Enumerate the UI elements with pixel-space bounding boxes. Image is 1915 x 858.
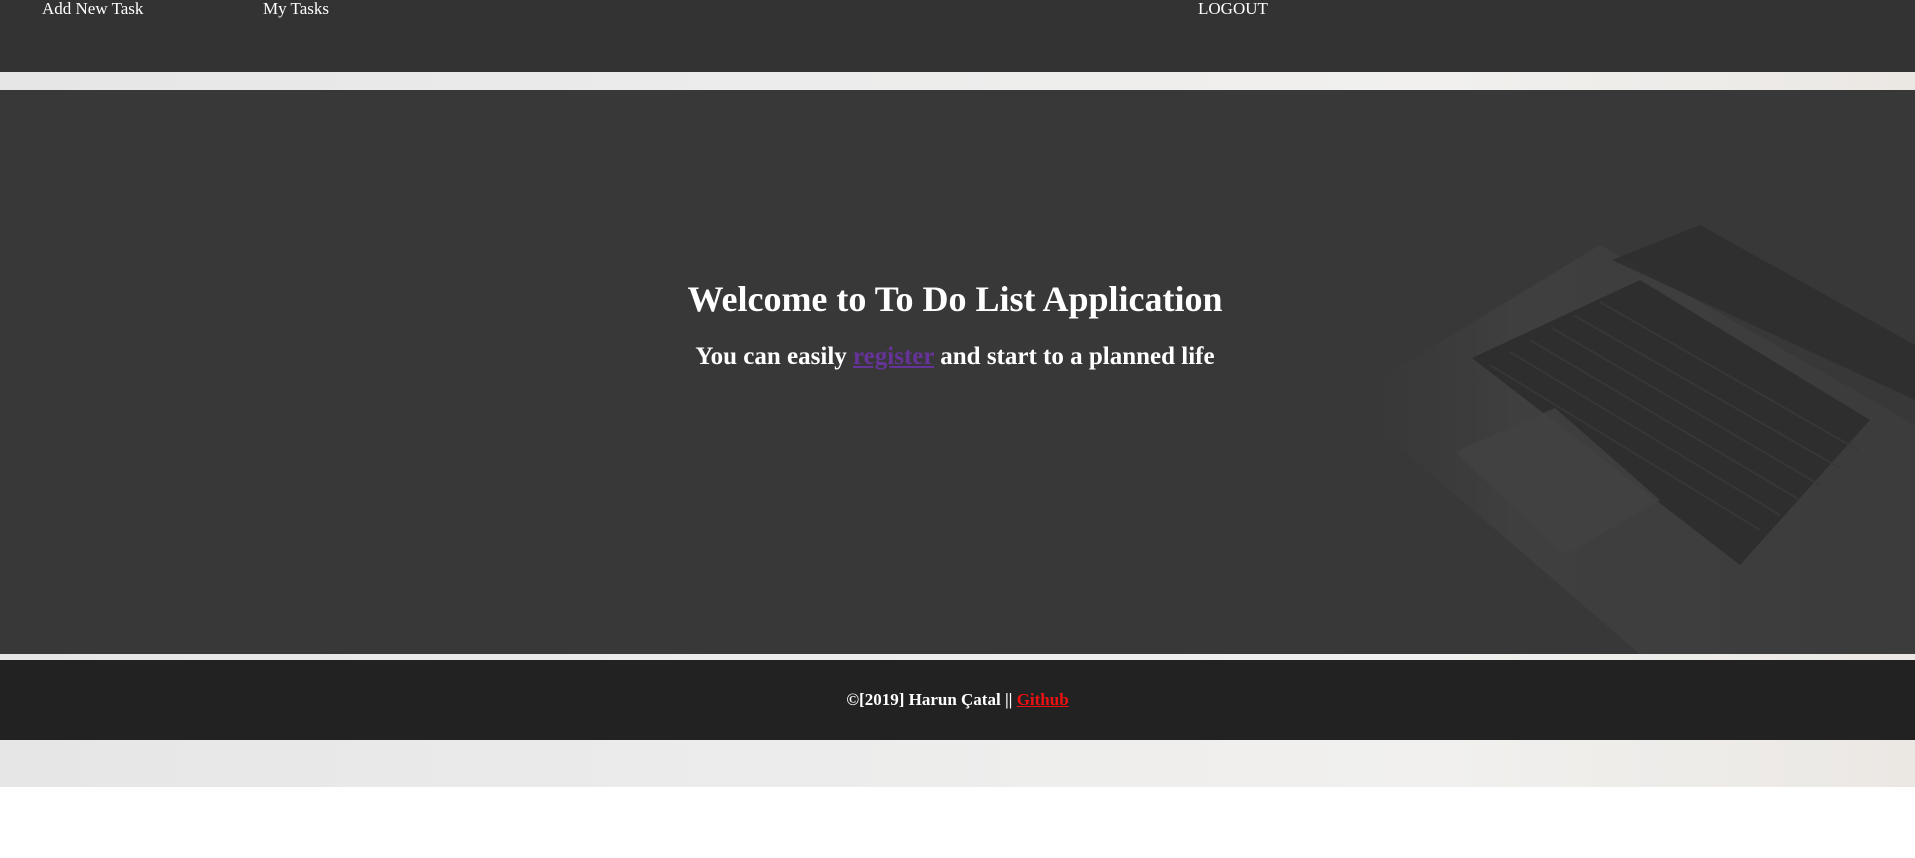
footer: ©[2019] Harun Çatal || Github <box>0 660 1915 740</box>
laptop-background-image <box>1345 225 1915 654</box>
copyright-text: ©[2019] Harun Çatal || <box>846 690 1017 709</box>
github-link[interactable]: Github <box>1017 690 1069 709</box>
hero-subtitle: You can easily register and start to a p… <box>0 342 1910 372</box>
footer-text: ©[2019] Harun Çatal || Github <box>0 690 1915 710</box>
page-title: Welcome to To Do List Application <box>687 279 1223 319</box>
navbar: Add New Task My Tasks LOGOUT <box>0 0 1915 72</box>
subtitle-text-before: You can easily <box>695 343 854 370</box>
nav-my-tasks-link[interactable]: My Tasks <box>263 0 329 18</box>
nav-add-new-task-link[interactable]: Add New Task <box>42 0 143 18</box>
nav-logout-link[interactable]: LOGOUT <box>1198 0 1268 18</box>
register-link[interactable]: register <box>853 343 934 370</box>
hero-banner: Welcome to To Do List Application You ca… <box>0 90 1915 654</box>
subtitle-text-after: and start to a planned life <box>934 343 1215 370</box>
